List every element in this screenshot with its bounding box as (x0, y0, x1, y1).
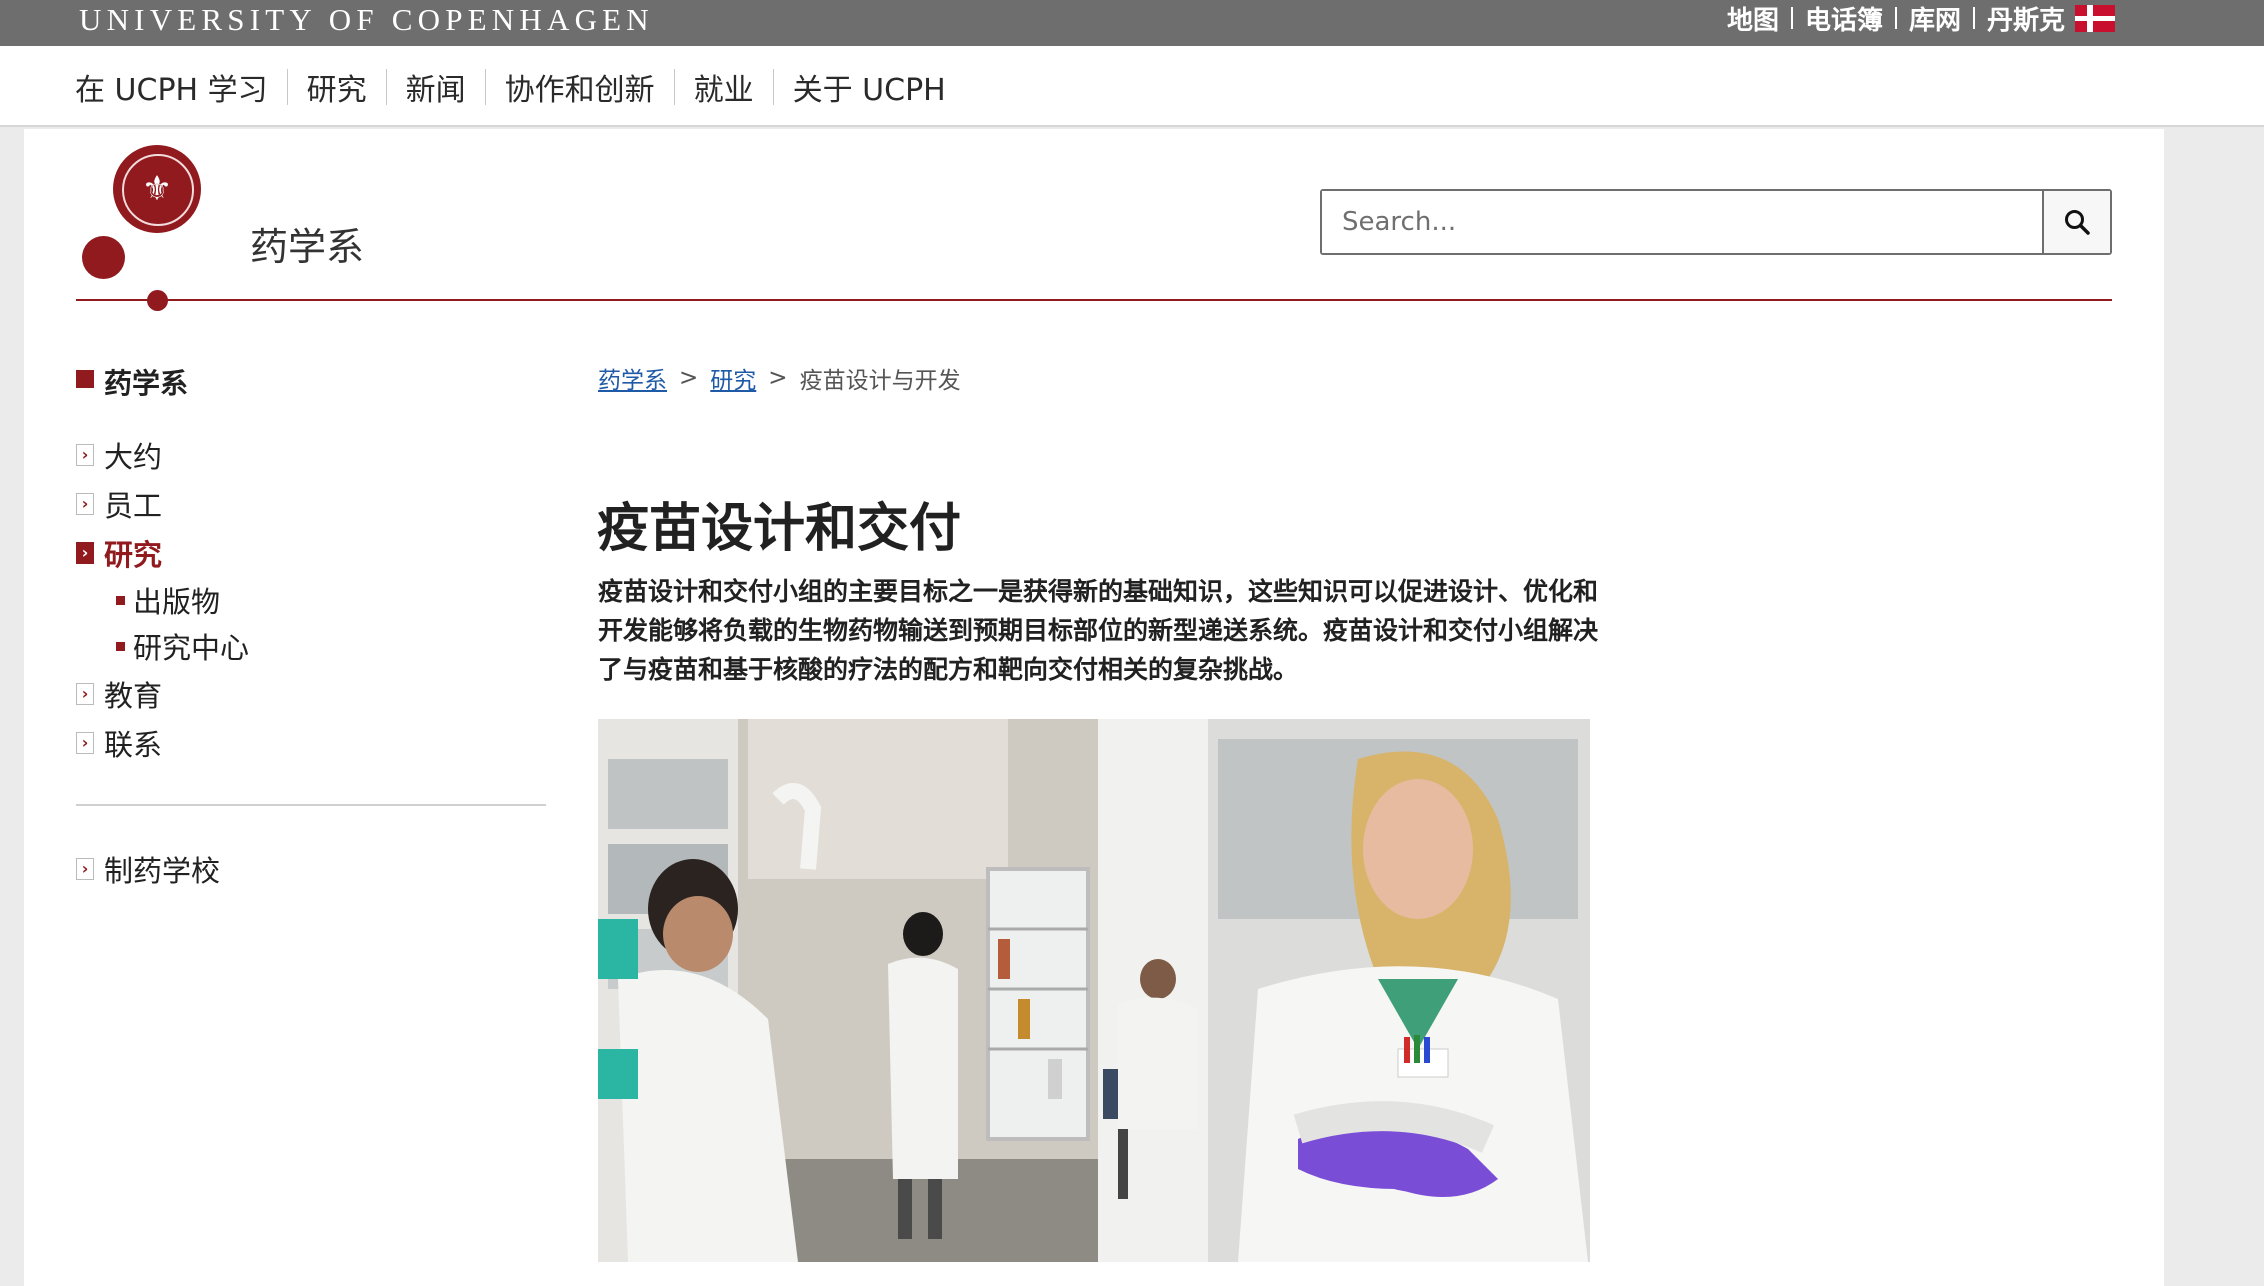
nav-item-label[interactable]: 就业 (694, 65, 754, 109)
nav-item-collaboration[interactable]: 协作和创新 (505, 65, 694, 109)
top-bar: UNIVERSITY OF COPENHAGEN 地图 电话簿 库网 丹斯克 (0, 0, 2264, 46)
sidebar-heading[interactable]: 药学系 (76, 362, 188, 402)
top-link-library[interactable]: 库网 (1909, 0, 1961, 37)
seal-crest-icon: ⚜ (141, 169, 173, 209)
sidebar-item-label: 员工 (104, 488, 163, 523)
chevron-right-icon: › (76, 443, 94, 466)
divider (484, 68, 486, 105)
chevron-right-icon: › (76, 731, 94, 754)
breadcrumb-separator: > (679, 365, 699, 391)
sidebar-item-education[interactable]: › 教育 (76, 669, 249, 718)
nav-item-label[interactable]: 协作和创新 (505, 65, 655, 109)
department-title[interactable]: 药学系 (250, 216, 364, 271)
chevron-right-icon: › (76, 492, 94, 515)
search-icon (2065, 210, 2090, 235)
nav-item-study[interactable]: 在 UCPH 学习 (75, 65, 307, 109)
breadcrumb-separator: > (768, 365, 788, 391)
university-seal-logo[interactable]: ⚜ (113, 145, 201, 233)
nav-item-label[interactable]: 关于 UCPH (793, 65, 946, 109)
nav-item-label[interactable]: 新闻 (406, 65, 466, 109)
sidebar-item-research[interactable]: › 研究 (76, 528, 249, 577)
divider (1972, 7, 1975, 29)
breadcrumb-link-department[interactable]: 药学系 (598, 361, 667, 395)
danish-flag-icon[interactable] (2075, 4, 2115, 32)
chevron-right-icon: › (76, 858, 94, 880)
divider (772, 68, 774, 105)
sidebar-item-staff[interactable]: › 员工 (76, 479, 249, 528)
top-links: 地图 电话簿 库网 丹斯克 (1727, 0, 2115, 36)
sidebar-heading-label: 药学系 (104, 367, 189, 400)
sidebar-divider (76, 804, 546, 806)
divider (385, 68, 387, 105)
page-title: 疫苗设计和交付 (597, 499, 962, 559)
sidebar-item-label: 教育 (104, 678, 163, 713)
sidebar-item-label: 联系 (104, 727, 163, 762)
sidebar-menu: › 大约 › 员工 › 研究 出版物 研究中心 › 教育 › 联系 (76, 430, 249, 767)
sidebar-item-label: 研究中心 (133, 631, 250, 665)
divider (1894, 7, 1897, 29)
search-input[interactable] (1322, 191, 2042, 253)
university-name[interactable]: UNIVERSITY OF COPENHAGEN (79, 2, 654, 38)
sidebar-subitem-research-centres[interactable]: 研究中心 (76, 623, 249, 669)
top-link-phonebook[interactable]: 电话簿 (1805, 0, 1883, 37)
sidebar-item-label: 大约 (104, 439, 163, 474)
square-bullet-icon (76, 370, 94, 388)
sidebar-item-about[interactable]: › 大约 (76, 430, 249, 479)
header-divider-dot (147, 290, 168, 311)
divider (1790, 7, 1793, 29)
nav-item-research[interactable]: 研究 (307, 65, 406, 109)
sidebar-item-label: 研究 (104, 537, 163, 572)
sidebar-item-contact[interactable]: › 联系 (76, 718, 249, 767)
header-divider (76, 299, 2112, 301)
sidebar-subitem-publications[interactable]: 出版物 (76, 577, 249, 623)
lab-photo-illustration (598, 719, 1590, 1262)
main-nav: 在 UCPH 学习 研究 新闻 协作和创新 就业 关于 UCPH (0, 46, 2264, 127)
chevron-right-icon: › (76, 682, 94, 705)
sidebar-item-label: 出版物 (133, 585, 221, 619)
nav-item-label[interactable]: 在 UCPH 学习 (75, 65, 268, 109)
top-link-map[interactable]: 地图 (1727, 0, 1779, 37)
nav-item-label[interactable]: 研究 (307, 65, 367, 109)
sidebar-item-label: 制药学校 (104, 854, 221, 888)
sidebar-item-pharmacy-school[interactable]: › 制药学校 (76, 848, 220, 890)
logo-dot (82, 236, 125, 279)
nav-item-jobs[interactable]: 就业 (694, 65, 793, 109)
divider (673, 68, 675, 105)
search-button[interactable] (2042, 191, 2110, 253)
breadcrumb-link-research[interactable]: 研究 (710, 361, 756, 395)
square-bullet-icon (116, 595, 125, 605)
chevron-right-icon: › (76, 541, 94, 564)
square-bullet-icon (116, 641, 125, 651)
top-link-danish[interactable]: 丹斯克 (1987, 0, 2065, 37)
nav-item-about[interactable]: 关于 UCPH (793, 65, 946, 109)
article-hero-image (598, 719, 1590, 1262)
divider (286, 68, 288, 105)
breadcrumb: 药学系 > 研究 > 疫苗设计与开发 (598, 361, 961, 395)
breadcrumb-current: 疫苗设计与开发 (799, 368, 961, 394)
nav-item-news[interactable]: 新闻 (406, 65, 505, 109)
article-lead: 疫苗设计和交付小组的主要目标之一是获得新的基础知识，这些知识可以促进设计、优化和… (598, 577, 1599, 684)
search-box (1320, 189, 2112, 255)
